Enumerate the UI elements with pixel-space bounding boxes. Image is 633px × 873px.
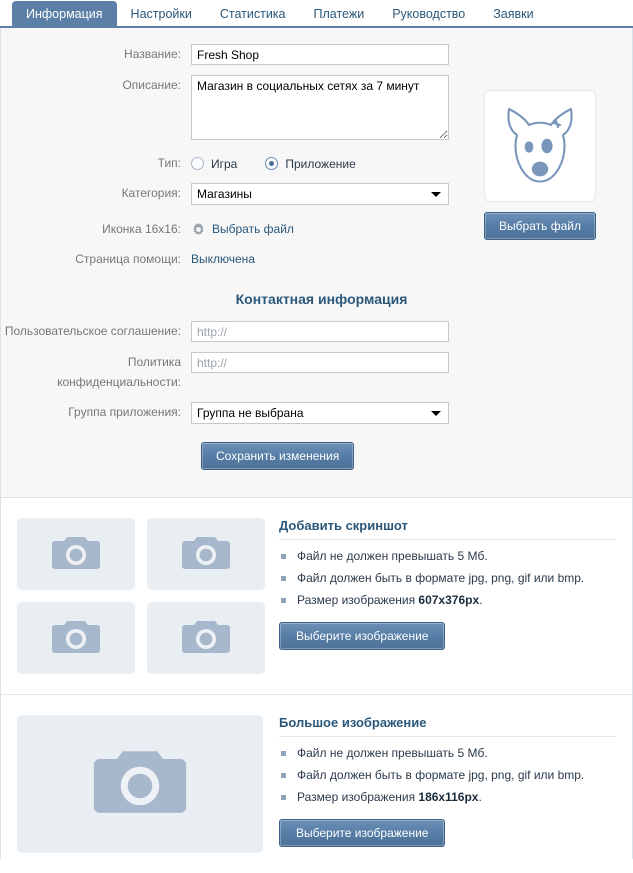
tab-rukovodstvo[interactable]: Руководство bbox=[378, 1, 479, 28]
big-image-choose-image-button[interactable]: Выберите изображение bbox=[279, 819, 446, 847]
rule-text: Файл не должен превышать 5 Мб. bbox=[297, 549, 488, 563]
radio-option-game[interactable]: Игра bbox=[191, 157, 237, 171]
divider bbox=[279, 736, 616, 737]
radio-application-icon bbox=[265, 157, 279, 170]
screenshots-section: Добавить скриншот Файл не должен превыша… bbox=[1, 498, 632, 694]
description-textarea[interactable]: Магазин в социальных сетях за 7 минут bbox=[191, 75, 449, 140]
list-item: Файл должен быть в формате jpg, png, gif… bbox=[279, 571, 616, 586]
list-item: Размер изображения 186x116px. bbox=[279, 790, 616, 805]
avatar bbox=[484, 90, 596, 202]
chevron-down-icon bbox=[431, 192, 441, 197]
list-item: Файл не должен превышать 5 Мб. bbox=[279, 746, 616, 761]
rule-bold: 607x376px bbox=[418, 593, 480, 607]
avatar-choose-file-button[interactable]: Выбрать файл bbox=[484, 212, 596, 240]
rule-bold: 186x116px bbox=[418, 790, 479, 804]
tab-platezhi[interactable]: Платежи bbox=[300, 1, 379, 28]
field-row-help-page: Страница помощи: Выключена bbox=[1, 249, 632, 269]
field-row-title: Название: bbox=[1, 44, 632, 65]
save-button-wrap: Сохранить изменения bbox=[1, 442, 632, 470]
rule-text: Файл не должен превышать 5 Мб. bbox=[297, 746, 488, 760]
main-tabbar: Информация Настройки Статистика Платежи … bbox=[0, 0, 633, 28]
category-select[interactable]: Магазины bbox=[191, 183, 449, 205]
screenshots-choose-image-button[interactable]: Выберите изображение bbox=[279, 622, 446, 650]
big-image-info: Большое изображение Файл не должен превы… bbox=[267, 715, 616, 853]
divider bbox=[279, 539, 616, 540]
rule-text: Файл должен быть в формате jpg, png, gif… bbox=[297, 768, 585, 782]
screenshot-placeholder[interactable] bbox=[17, 602, 135, 674]
description-label: Описание: bbox=[122, 78, 181, 92]
terms-input[interactable] bbox=[191, 321, 449, 342]
camera-icon bbox=[52, 621, 100, 653]
group-select-value: Группа не выбрана bbox=[197, 406, 304, 420]
help-page-label: Страница помощи: bbox=[75, 252, 181, 266]
screenshot-placeholder[interactable] bbox=[147, 602, 265, 674]
radio-application-label: Приложение bbox=[285, 156, 356, 171]
terms-label: Пользовательское соглашение: bbox=[4, 324, 181, 338]
tab-nastroyki[interactable]: Настройки bbox=[117, 1, 206, 28]
radio-option-application[interactable]: Приложение bbox=[265, 156, 356, 171]
field-row-terms: Пользовательское соглашение: bbox=[1, 321, 632, 342]
big-image-thumb-col bbox=[17, 715, 267, 853]
tab-zayavki[interactable]: Заявки bbox=[479, 1, 547, 28]
camera-icon bbox=[52, 537, 100, 569]
rule-tail: . bbox=[478, 790, 482, 804]
category-label: Категория: bbox=[121, 186, 181, 200]
privacy-label: Политика конфиденциальности: bbox=[57, 355, 181, 389]
screenshot-placeholder[interactable] bbox=[17, 518, 135, 590]
icon-label: Иконка 16x16: bbox=[102, 222, 181, 236]
save-changes-button[interactable]: Сохранить изменения bbox=[201, 442, 355, 470]
big-image-rules-list: Файл не должен превышать 5 Мб. Файл долж… bbox=[279, 746, 616, 805]
screenshots-heading: Добавить скриншот bbox=[279, 518, 408, 533]
list-item: Размер изображения 607x376px. bbox=[279, 593, 616, 608]
dog-placeholder-icon bbox=[507, 107, 573, 183]
camera-icon bbox=[93, 751, 187, 813]
gear-icon bbox=[193, 222, 204, 235]
privacy-input[interactable] bbox=[191, 352, 449, 373]
group-select[interactable]: Группа не выбрана bbox=[191, 402, 449, 424]
tab-statistika[interactable]: Статистика bbox=[206, 1, 300, 28]
list-item: Файл должен быть в формате jpg, png, gif… bbox=[279, 768, 616, 783]
screenshot-thumbs bbox=[17, 518, 267, 674]
list-item: Файл не должен превышать 5 Мб. bbox=[279, 549, 616, 564]
app-info-form: Название: Описание: Магазин в социальных… bbox=[1, 28, 632, 498]
rule-text: Файл должен быть в формате jpg, png, gif… bbox=[297, 571, 585, 585]
chevron-down-icon bbox=[431, 411, 441, 416]
screenshots-rules-list: Файл не должен превышать 5 Мб. Файл долж… bbox=[279, 549, 616, 608]
category-select-value: Магазины bbox=[197, 187, 252, 201]
tab-informaciya[interactable]: Информация bbox=[12, 1, 117, 28]
type-label: Тип: bbox=[157, 156, 181, 170]
field-row-group: Группа приложения: Группа не выбрана bbox=[1, 402, 632, 424]
group-label: Группа приложения: bbox=[68, 405, 181, 419]
rule-text: Размер изображения bbox=[297, 593, 419, 607]
title-label: Название: bbox=[124, 47, 181, 61]
big-image-placeholder[interactable] bbox=[17, 715, 263, 853]
screenshot-placeholder[interactable] bbox=[147, 518, 265, 590]
radio-game-label: Игра bbox=[211, 156, 238, 171]
big-image-heading: Большое изображение bbox=[279, 715, 427, 730]
page-frame: Название: Описание: Магазин в социальных… bbox=[0, 28, 633, 873]
help-page-value[interactable]: Выключена bbox=[191, 249, 255, 269]
icon-choose-file-link[interactable]: Выбрать файл bbox=[212, 222, 294, 236]
radio-game-icon bbox=[191, 157, 204, 170]
screenshots-info: Добавить скриншот Файл не должен превыша… bbox=[267, 518, 616, 674]
app-avatar-block: Выбрать файл bbox=[484, 90, 596, 240]
contact-information-heading: Контактная информация bbox=[235, 291, 408, 307]
title-input[interactable] bbox=[191, 44, 449, 65]
rule-tail: . bbox=[479, 593, 483, 607]
rule-text: Размер изображения bbox=[297, 790, 419, 804]
camera-icon bbox=[182, 537, 230, 569]
camera-icon bbox=[182, 621, 230, 653]
field-row-privacy: Политика конфиденциальности: bbox=[1, 352, 632, 392]
big-image-section: Большое изображение Файл не должен превы… bbox=[1, 694, 632, 873]
